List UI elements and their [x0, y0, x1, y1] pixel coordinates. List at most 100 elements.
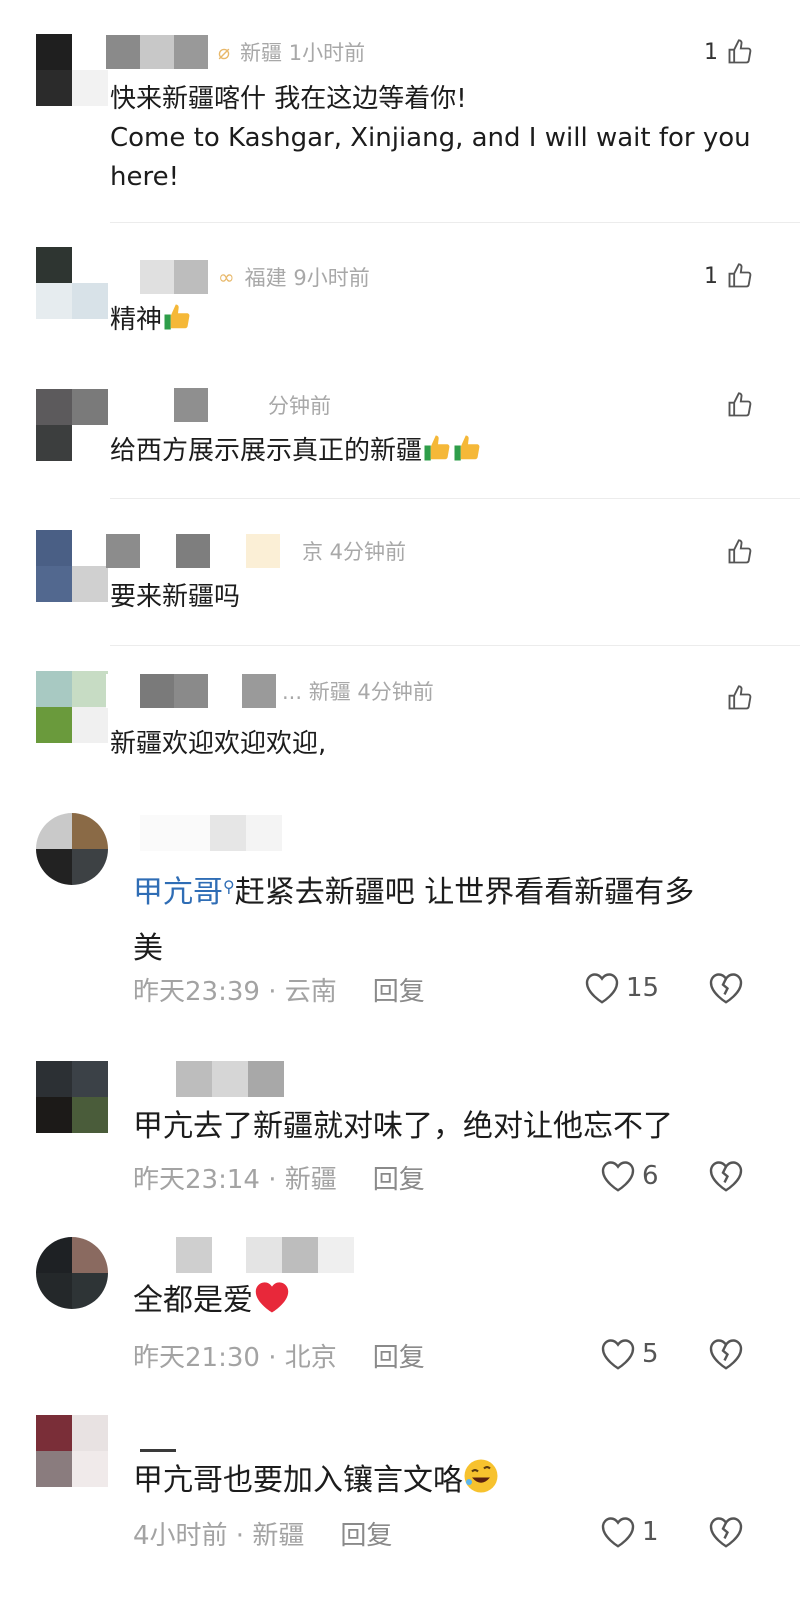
comment-text: 全都是爱: [133, 1277, 291, 1329]
comment-text: 甲亢去了新疆就对味了，绝对让他忘不了: [133, 1109, 673, 1144]
time-location: 昨天23:39 · 云南: [133, 977, 337, 1007]
username-blur: [106, 674, 140, 708]
location-time: 京 4分钟前: [302, 540, 407, 564]
comment-text: 甲亢哥也要加入镶言文咯: [133, 1457, 499, 1509]
avatar[interactable]: [36, 1061, 108, 1133]
like-count: 15: [626, 973, 660, 1003]
comment-meta: ∞ 福建 9小时前: [140, 259, 370, 295]
username-blur: [140, 1237, 354, 1273]
thumbs-up-emoji: [162, 302, 192, 344]
comment-text: 新疆欢迎欢迎欢迎,: [110, 729, 327, 759]
divider: [110, 498, 800, 499]
comment-item: 甲亢哥也要加入镶言文咯 4小时前 · 新疆 回复 1: [0, 1405, 800, 1597]
thumbs-up-icon: [728, 685, 752, 710]
comment-footer: 昨天23:14 · 新疆 回复: [133, 1159, 425, 1196]
search-icon: ⚲: [223, 877, 235, 896]
location-time: ... 新疆 4分钟前: [282, 680, 434, 704]
comment-item: ∞ 福建 9小时前 1 精神: [0, 225, 800, 365]
avatar[interactable]: [36, 1415, 108, 1487]
avatar[interactable]: [36, 247, 108, 319]
broken-heart-icon: [709, 1517, 743, 1548]
like-button[interactable]: 5: [600, 1337, 659, 1371]
red-heart-emoji: [253, 1280, 291, 1329]
username-blur: [140, 388, 174, 422]
broken-heart-icon: [709, 1161, 743, 1192]
comment-item: 甲亢去了新疆就对味了，绝对让他忘不了 昨天23:14 · 新疆 回复 6: [0, 1035, 800, 1225]
username-blur: [140, 1061, 284, 1097]
like-button[interactable]: 1: [600, 1515, 659, 1549]
heart-icon: [585, 973, 619, 1004]
like-count: 5: [642, 1339, 659, 1369]
rolling-laughing-emoji: [463, 1458, 499, 1509]
comment-meta: ... 新疆 4分钟前: [106, 673, 434, 709]
heart-icon: [601, 1339, 635, 1370]
username-blur: [106, 35, 140, 69]
like-button[interactable]: 1: [704, 262, 754, 290]
avatar[interactable]: [36, 1237, 108, 1309]
comment-text: 精神: [110, 301, 192, 344]
username-blur: [106, 534, 140, 568]
dislike-button[interactable]: [708, 1515, 744, 1553]
reply-button[interactable]: 回复: [373, 1337, 425, 1374]
broken-heart-icon: [709, 973, 743, 1004]
reply-button[interactable]: 回复: [373, 971, 425, 1008]
time-location: 4小时前 · 新疆: [133, 1521, 305, 1551]
like-count: 6: [642, 1161, 659, 1191]
thumbs-up-icon: [728, 263, 752, 288]
time-location: 昨天21:30 · 北京: [133, 1343, 337, 1373]
like-count: 1: [704, 263, 718, 289]
location-time: 福建 9小时前: [244, 266, 370, 290]
like-button[interactable]: 6: [600, 1159, 659, 1193]
reply-button[interactable]: 回复: [373, 1159, 425, 1196]
comment-item: ... 新疆 4分钟前 新疆欢迎欢迎欢迎,: [0, 645, 800, 795]
comment-item: 甲亢哥⚲赶紧去新疆吧 让世界看看新疆有多 美 昨天23:39 · 云南 回复 1…: [0, 795, 800, 1035]
username-blur: [140, 1449, 176, 1452]
comment-item: 京 4分钟前 要来新疆吗: [0, 500, 800, 646]
avatar[interactable]: [36, 34, 108, 106]
broken-heart-icon: [709, 1339, 743, 1370]
like-button[interactable]: [726, 538, 754, 566]
heart-icon: [601, 1161, 635, 1192]
time-location: 昨天23:14 · 新疆: [133, 1165, 337, 1195]
divider: [110, 222, 800, 223]
dislike-button[interactable]: [708, 1337, 744, 1375]
reply-button[interactable]: 回复: [340, 1515, 392, 1552]
comment-item: 分钟前 给西方展示展示真正的新疆: [0, 365, 800, 500]
like-count: 1: [704, 39, 718, 65]
thumbs-up-icon: [728, 39, 752, 64]
thumbs-up-icon: [728, 539, 752, 564]
avatar[interactable]: [36, 389, 108, 461]
comment-footer: 昨天23:39 · 云南 回复: [133, 971, 425, 1008]
comment-text: 甲亢哥⚲赶紧去新疆吧 让世界看看新疆有多 美: [133, 875, 695, 966]
comment-text: 给西方展示展示真正的新疆: [110, 432, 482, 475]
fan-badge-icon: ∞: [218, 265, 235, 289]
heart-icon: [601, 1517, 635, 1548]
dislike-button[interactable]: [708, 971, 744, 1009]
comment-meta: 分钟前: [140, 387, 331, 423]
like-button[interactable]: [726, 391, 754, 419]
thumbs-up-icon: [728, 392, 752, 417]
comment-meta: 京 4分钟前: [106, 533, 406, 569]
avatar[interactable]: [36, 671, 108, 743]
comment-item: ⌀ 新疆 1小时前 1 快来新疆喀什 我在这边等着你! Come to Kash…: [0, 0, 800, 225]
comment-footer: 4小时前 · 新疆 回复: [133, 1515, 392, 1552]
location-time: 分钟前: [268, 394, 331, 418]
comment-meta: ⌀ 新疆 1小时前: [106, 34, 365, 70]
like-button[interactable]: 15: [584, 971, 659, 1005]
location-time: 新疆 1小时前: [240, 41, 366, 65]
comment-footer: 昨天21:30 · 北京 回复: [133, 1337, 425, 1374]
fan-badge-icon: ⌀: [218, 40, 231, 64]
avatar[interactable]: [36, 530, 108, 602]
like-count: 1: [642, 1517, 659, 1547]
dislike-button[interactable]: [708, 1159, 744, 1197]
comment-text: 要来新疆吗: [110, 582, 241, 612]
mention-link[interactable]: 甲亢哥: [133, 875, 223, 910]
username-blur: [140, 815, 282, 851]
like-button[interactable]: 1: [704, 38, 754, 66]
username-blur: [140, 260, 174, 294]
comment-item: 全都是爱 昨天21:30 · 北京 回复 5: [0, 1225, 800, 1405]
comment-text: 快来新疆喀什 我在这边等着你! Come to Kashgar, Xinjian…: [110, 84, 751, 192]
avatar[interactable]: [36, 813, 108, 885]
thumbs-up-emoji: [452, 433, 482, 475]
like-button[interactable]: [726, 684, 754, 712]
